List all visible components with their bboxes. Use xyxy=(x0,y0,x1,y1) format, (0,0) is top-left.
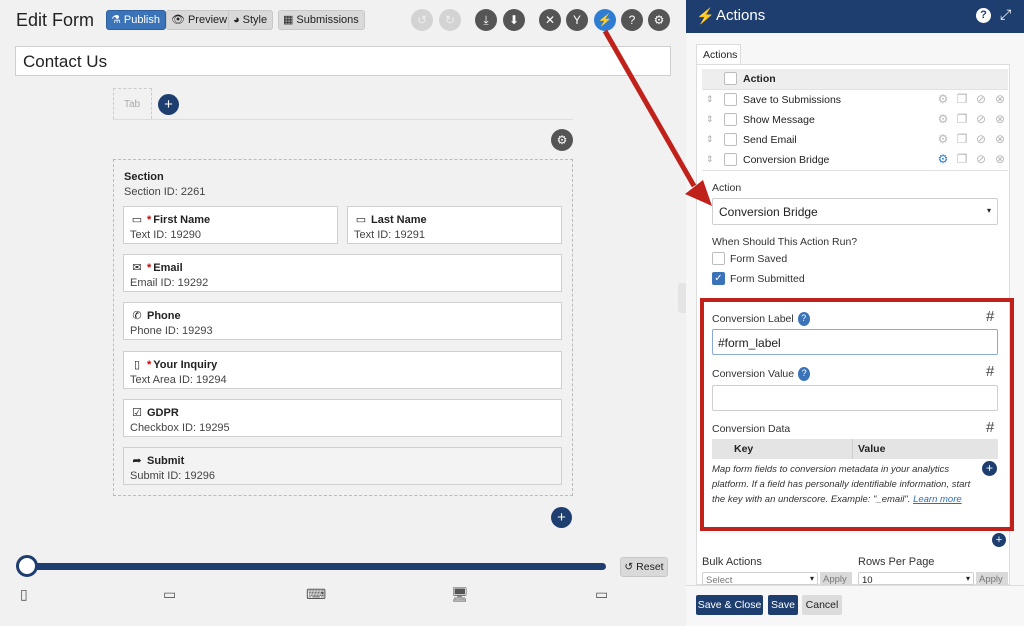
annotation-arrow xyxy=(602,29,712,206)
